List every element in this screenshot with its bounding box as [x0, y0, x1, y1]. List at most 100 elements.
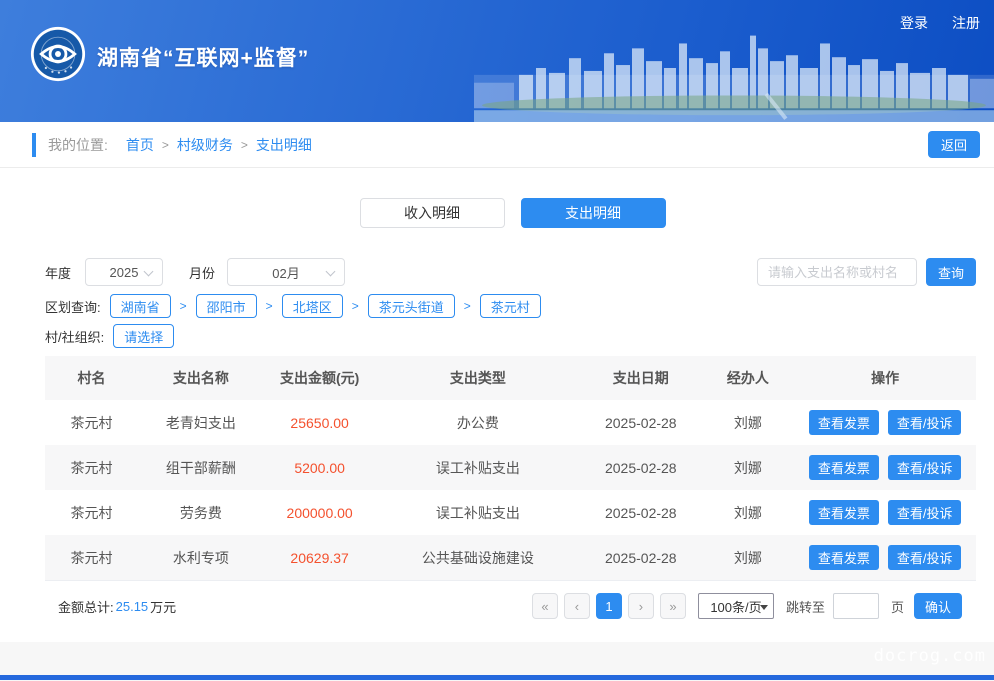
table-row: 茶元村 水利专项 20629.37 公共基础设施建设 2025-02-28 刘娜… [45, 535, 976, 580]
back-button[interactable]: 返回 [928, 131, 980, 158]
month-select[interactable]: 02月 [227, 258, 345, 286]
site-title: 湖南省“互联网+监督” [97, 42, 309, 72]
site-header: 湖南省“互联网+监督” 登录 注册 [0, 0, 994, 122]
register-link[interactable]: 注册 [952, 13, 980, 33]
breadcrumb-separator: > [241, 138, 248, 152]
region-separator: > [266, 299, 273, 313]
current-page-button[interactable]: 1 [596, 593, 622, 619]
breadcrumb-expense-detail-link[interactable]: 支出明细 [256, 135, 312, 155]
chevron-down-icon [326, 267, 336, 277]
cell-actions: 查看发票 查看/投诉 [794, 500, 976, 525]
cell-type: 误工补贴支出 [375, 503, 580, 523]
col-header-actions: 操作 [794, 368, 976, 388]
caret-down-icon [760, 605, 768, 610]
table-row: 茶元村 组干部薪酬 5200.00 误工补贴支出 2025-02-28 刘娜 查… [45, 445, 976, 490]
cell-village: 茶元村 [45, 503, 138, 523]
cell-type: 办公费 [375, 413, 580, 433]
auth-links: 登录 注册 [900, 13, 980, 33]
village-org-row: 村/社组织: 请选择 [45, 324, 980, 348]
view-invoice-button[interactable]: 查看发票 [809, 455, 879, 480]
main-content: 收入明细 支出明细 年度 2025 月份 02月 查询 区划查询: 湖南省 > … [0, 168, 994, 642]
page-size-value: 100条/页 [710, 597, 761, 616]
cell-date: 2025-02-28 [580, 505, 701, 521]
cell-expense-name: 水利专项 [138, 548, 264, 568]
summary-row: 金额总计: 25.15 万元 « ‹ 1 › » 100条/页 跳转至 页 确认 [45, 593, 962, 619]
total-amount-label: 金额总计: [58, 597, 114, 616]
village-org-label: 村/社组织: [45, 327, 104, 346]
view-invoice-button[interactable]: 查看发票 [809, 545, 879, 570]
cell-date: 2025-02-28 [580, 550, 701, 566]
region-chip-district[interactable]: 北塔区 [282, 294, 343, 318]
col-header-expense-name: 支出名称 [138, 368, 264, 388]
expense-table: 村名 支出名称 支出金额(元) 支出类型 支出日期 经办人 操作 茶元村 老青妇… [45, 356, 976, 581]
total-amount-value: 25.15 [116, 599, 149, 614]
table-row: 茶元村 劳务费 200000.00 误工补贴支出 2025-02-28 刘娜 查… [45, 490, 976, 535]
cell-handler: 刘娜 [701, 548, 794, 568]
bottom-blue-strip [0, 675, 994, 680]
cell-actions: 查看发票 查看/投诉 [794, 410, 976, 435]
month-select-value: 02月 [272, 263, 299, 282]
watermark: docrog.com [874, 646, 986, 666]
confirm-button[interactable]: 确认 [914, 593, 962, 619]
table-header-row: 村名 支出名称 支出金额(元) 支出类型 支出日期 经办人 操作 [45, 356, 976, 400]
detail-tabs: 收入明细 支出明细 [45, 168, 980, 228]
prev-page-button[interactable]: ‹ [564, 593, 590, 619]
search-input[interactable] [757, 258, 917, 286]
view-invoice-button[interactable]: 查看发票 [809, 500, 879, 525]
year-select-value: 2025 [110, 265, 139, 280]
cell-village: 茶元村 [45, 413, 138, 433]
village-org-select-button[interactable]: 请选择 [113, 324, 174, 348]
login-link[interactable]: 登录 [900, 13, 928, 33]
chevron-down-icon [144, 267, 154, 277]
page-size-select[interactable]: 100条/页 [698, 593, 774, 619]
breadcrumb-label: 我的位置: [48, 135, 108, 155]
cell-handler: 刘娜 [701, 458, 794, 478]
cell-amount: 25650.00 [264, 415, 376, 431]
region-chip-street[interactable]: 茶元头街道 [368, 294, 455, 318]
cell-expense-name: 劳务费 [138, 503, 264, 523]
region-label: 区划查询: [45, 297, 101, 316]
view-complain-button[interactable]: 查看/投诉 [888, 545, 962, 570]
region-chip-city[interactable]: 邵阳市 [196, 294, 257, 318]
table-row: 茶元村 老青妇支出 25650.00 办公费 2025-02-28 刘娜 查看发… [45, 400, 976, 445]
cell-village: 茶元村 [45, 458, 138, 478]
cell-expense-name: 组干部薪酬 [138, 458, 264, 478]
page: 湖南省“互联网+监督” 登录 注册 我的位置: 首页 > 村级财务 > 支出明细… [0, 0, 994, 681]
cell-date: 2025-02-28 [580, 415, 701, 431]
cell-type: 误工补贴支出 [375, 458, 580, 478]
cell-village: 茶元村 [45, 548, 138, 568]
col-header-village: 村名 [45, 368, 138, 388]
first-page-button[interactable]: « [532, 593, 558, 619]
view-invoice-button[interactable]: 查看发票 [809, 410, 879, 435]
jump-page-input[interactable] [833, 593, 879, 619]
last-page-button[interactable]: » [660, 593, 686, 619]
col-header-date: 支出日期 [580, 368, 701, 388]
pagination: « ‹ 1 › » 100条/页 跳转至 页 确认 [526, 593, 962, 619]
year-label: 年度 [45, 263, 71, 282]
region-chip-village[interactable]: 茶元村 [480, 294, 541, 318]
cell-date: 2025-02-28 [580, 460, 701, 476]
breadcrumb-home-link[interactable]: 首页 [126, 135, 154, 155]
view-complain-button[interactable]: 查看/投诉 [888, 455, 962, 480]
breadcrumb: 我的位置: 首页 > 村级财务 > 支出明细 返回 [0, 122, 994, 168]
col-header-type: 支出类型 [375, 368, 580, 388]
cell-handler: 刘娜 [701, 413, 794, 433]
region-chip-province[interactable]: 湖南省 [110, 294, 171, 318]
search-button[interactable]: 查询 [926, 258, 976, 286]
next-page-button[interactable]: › [628, 593, 654, 619]
cell-amount: 5200.00 [264, 460, 376, 476]
year-select[interactable]: 2025 [85, 258, 163, 286]
month-label: 月份 [189, 263, 215, 282]
breadcrumb-accent-bar [32, 133, 36, 157]
tab-expense-detail[interactable]: 支出明细 [521, 198, 666, 228]
site-logo-eye-icon [30, 26, 86, 82]
col-header-handler: 经办人 [701, 368, 794, 388]
tab-income-detail[interactable]: 收入明细 [360, 198, 505, 228]
view-complain-button[interactable]: 查看/投诉 [888, 410, 962, 435]
view-complain-button[interactable]: 查看/投诉 [888, 500, 962, 525]
breadcrumb-separator: > [162, 138, 169, 152]
breadcrumb-village-finance-link[interactable]: 村级财务 [177, 135, 233, 155]
region-separator: > [352, 299, 359, 313]
cell-type: 公共基础设施建设 [375, 548, 580, 568]
cell-actions: 查看发票 查看/投诉 [794, 455, 976, 480]
